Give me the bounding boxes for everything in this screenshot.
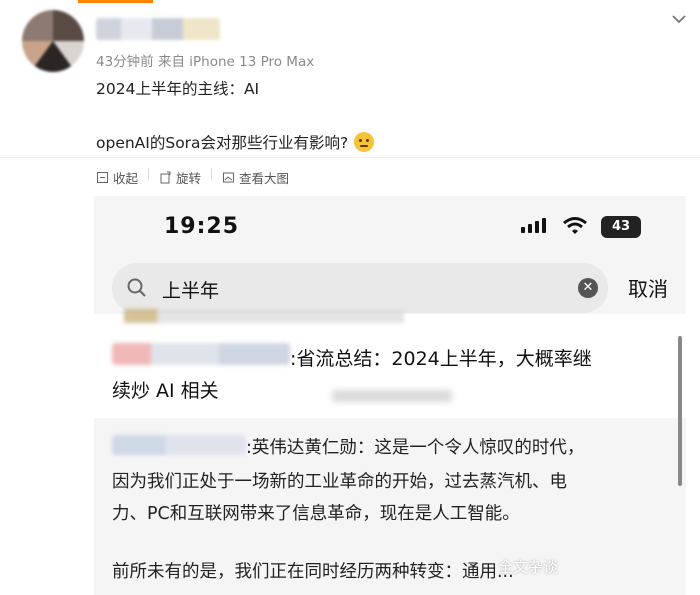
- collapse-label: 收起: [113, 171, 139, 186]
- phone-status-bar: 19:25 43: [94, 196, 686, 256]
- search-input[interactable]: 上半年: [162, 276, 219, 303]
- search-bar[interactable]: 上半年 ✕: [112, 263, 608, 313]
- result2-line2: 因为我们正处于一场新的工业革命的开始，过去蒸汽机、电: [112, 472, 567, 492]
- scrollbar[interactable]: [678, 336, 682, 486]
- result2-line1: :英伟达黄仁勋：这是一个令人惊叹的时代，: [246, 438, 585, 458]
- post-text-line1: 2024上半年的主线：AI: [96, 80, 260, 98]
- embedded-screenshot[interactable]: 19:25 43 上半年 ✕ 取消 :省流总结：2024上半年，大概率继 续炒 …: [94, 196, 686, 595]
- author-name-blurred: [112, 435, 246, 455]
- username-blurred[interactable]: [96, 18, 220, 40]
- image-icon: [223, 172, 235, 183]
- post-text-line2: openAI的Sora会对那些行业有影响?: [96, 131, 375, 153]
- result2-line4: 前所未有的是，我们正在同时经历两种转变：通用...: [112, 562, 514, 582]
- separator: [211, 168, 213, 180]
- result1-line2: 续炒 AI 相关: [112, 380, 219, 402]
- search-icon: [127, 278, 146, 297]
- post-meta: 43分钟前 来自 iPhone 13 Pro Max: [96, 54, 315, 70]
- battery-icon: 43: [601, 216, 641, 238]
- chevron-down-icon[interactable]: [668, 8, 690, 30]
- result2-line3: 力、PC和互联网带来了信息革命，现在是人工智能。: [112, 504, 520, 524]
- thinking-emoji-icon: [354, 132, 375, 152]
- divider: [0, 157, 700, 158]
- active-tab-indicator: [78, 0, 153, 3]
- signal-icon: [521, 218, 546, 233]
- avatar[interactable]: [22, 10, 84, 72]
- rotate-icon: [160, 171, 171, 184]
- cropped-line-blurred: [124, 309, 404, 323]
- clear-icon[interactable]: ✕: [578, 278, 598, 298]
- status-time: 19:25: [164, 214, 240, 239]
- author-name-blurred: [112, 343, 290, 365]
- wifi-icon: [563, 217, 587, 234]
- separator: [148, 168, 150, 180]
- collapse-button[interactable]: 收起: [96, 168, 138, 187]
- result-meta-blurred: [332, 390, 452, 402]
- rotate-button[interactable]: 旋转: [159, 168, 201, 187]
- result1-line1: :省流总结：2024上半年，大概率继: [290, 348, 592, 370]
- view-large-label: 查看大图: [239, 171, 290, 186]
- rotate-label: 旋转: [176, 171, 202, 186]
- watermark-text: 全文杂谈: [498, 558, 559, 576]
- view-large-button[interactable]: 查看大图: [222, 168, 289, 187]
- watermark: 全文杂谈: [498, 556, 558, 577]
- image-actions-bar: 收起 旋转 查看大图: [96, 168, 289, 187]
- cancel-button[interactable]: 取消: [628, 273, 668, 302]
- collapse-icon: [97, 172, 108, 183]
